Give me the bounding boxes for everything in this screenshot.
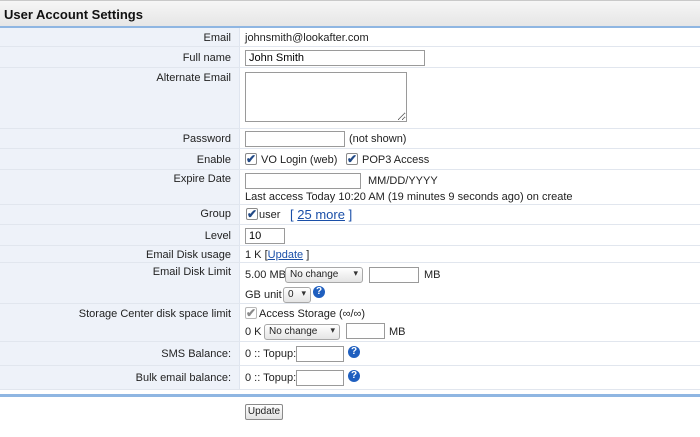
full-name-label: Full name xyxy=(182,52,231,64)
label-cell: Expire Date xyxy=(0,170,240,204)
storage-current: 0 K xyxy=(245,326,262,338)
label-cell: Email Disk Limit xyxy=(0,263,240,303)
label-cell: Enable xyxy=(0,149,240,169)
chevron-down-icon: ▾ xyxy=(330,325,335,335)
alternate-email-textarea[interactable] xyxy=(245,72,407,122)
update-button[interactable]: Update xyxy=(245,404,283,420)
chevron-down-icon: ▾ xyxy=(301,288,306,298)
email-disk-update-link[interactable]: Update xyxy=(268,249,303,261)
storage-limit-select[interactable]: No change ▾ xyxy=(264,324,340,340)
level-label: Level xyxy=(204,230,231,242)
label-cell: Storage Center disk space limit xyxy=(0,304,240,341)
row-password: Password (not shown) xyxy=(0,129,700,149)
vo-login-label: VO Login (web) xyxy=(261,154,338,166)
label-cell: Bulk email balance: xyxy=(0,366,240,389)
row-enable: Enable ✔ VO Login (web) ✔ POP3 Access xyxy=(0,149,700,170)
row-bulk-email-balance: Bulk email balance: 0 :: Topup: ? xyxy=(0,366,700,390)
vo-login-checkbox[interactable]: ✔ xyxy=(245,153,257,165)
sms-balance-prefix: 0 :: Topup: xyxy=(245,348,297,360)
bulk-email-balance-label: Bulk email balance: xyxy=(135,372,231,384)
pop3-checkbox[interactable]: ✔ xyxy=(346,153,358,165)
expire-date-format: MM/DD/YYYY xyxy=(368,175,438,187)
row-level: Level xyxy=(0,225,700,246)
footer-divider xyxy=(0,394,700,397)
email-disk-usage-value-wrapper: 1 K [Update ] xyxy=(245,249,309,261)
storage-center-label: Storage Center disk space limit xyxy=(78,308,231,320)
sms-topup-input[interactable] xyxy=(296,346,344,362)
email-disk-limit-current: 5.00 MB xyxy=(245,269,286,281)
help-icon[interactable]: ? xyxy=(348,346,360,358)
group-user-checkbox[interactable]: ✔ xyxy=(246,208,258,220)
pop3-label: POP3 Access xyxy=(362,154,430,166)
bracket-close: ] xyxy=(306,249,310,261)
row-full-name: Full name xyxy=(0,47,700,68)
label-cell: Password xyxy=(0,129,240,148)
group-more-wrapper: [ 25 more ] xyxy=(290,207,352,222)
enable-label: Enable xyxy=(196,154,231,166)
label-cell: Level xyxy=(0,225,240,245)
sms-balance-label: SMS Balance: xyxy=(161,348,231,360)
last-access-text: Last access Today 10:20 AM (19 minutes 9… xyxy=(245,191,573,203)
password-input[interactable] xyxy=(245,131,345,147)
email-disk-limit-unit: MB xyxy=(424,269,441,281)
expire-date-label: Expire Date xyxy=(173,173,231,185)
access-storage-checkbox[interactable]: ✔ xyxy=(245,307,257,319)
label-cell: SMS Balance: xyxy=(0,342,240,365)
gb-unit-label: GB unit xyxy=(245,289,282,301)
bulk-email-balance-prefix: 0 :: Topup: xyxy=(245,372,297,384)
email-disk-limit-label: Email Disk Limit xyxy=(152,266,231,278)
page-title: User Account Settings xyxy=(4,7,143,22)
help-icon[interactable]: ? xyxy=(313,286,325,298)
password-label: Password xyxy=(182,133,231,145)
help-icon[interactable]: ? xyxy=(348,370,360,382)
label-cell: Group xyxy=(0,205,240,224)
label-cell: Alternate Email xyxy=(0,68,240,128)
email-disk-limit-select[interactable]: No change ▾ xyxy=(285,267,363,283)
settings-header: User Account Settings xyxy=(0,1,700,28)
row-sms-balance: SMS Balance: 0 :: Topup: ? xyxy=(0,342,700,366)
alternate-email-label: Alternate Email xyxy=(156,72,231,84)
row-email-disk-usage: Email Disk usage 1 K [Update ] xyxy=(0,246,700,263)
access-storage-label: Access Storage xyxy=(259,308,337,320)
group-label: Group xyxy=(200,208,231,220)
group-more-link[interactable]: 25 more xyxy=(297,207,345,222)
access-storage-value: (∞/∞) xyxy=(339,308,366,320)
chevron-down-icon: ▾ xyxy=(353,268,358,278)
full-name-input[interactable] xyxy=(245,50,425,66)
email-disk-usage-label: Email Disk usage xyxy=(146,249,231,261)
row-alternate-email: Alternate Email xyxy=(0,68,700,129)
password-note: (not shown) xyxy=(349,133,407,145)
label-cell: Email Disk usage xyxy=(0,246,240,262)
email-value: johnsmith@lookafter.com xyxy=(245,32,369,44)
bracket-close: ] xyxy=(348,207,353,222)
storage-limit-select-value: No change xyxy=(269,326,318,337)
storage-limit-unit: MB xyxy=(389,326,406,338)
row-group: Group ✔ user [ 25 more ] xyxy=(0,205,700,225)
email-label: Email xyxy=(203,32,231,44)
email-disk-limit-input[interactable] xyxy=(369,267,419,283)
row-email: Email johnsmith@lookafter.com xyxy=(0,28,700,47)
expire-date-input[interactable] xyxy=(245,173,361,189)
email-disk-usage-value: 1 K xyxy=(245,249,262,261)
storage-limit-input[interactable] xyxy=(346,323,385,339)
label-cell: Full name xyxy=(0,47,240,67)
label-cell: Email xyxy=(0,28,240,46)
gb-unit-select[interactable]: 0 ▾ xyxy=(283,287,311,303)
row-storage-center: Storage Center disk space limit ✔ Access… xyxy=(0,304,700,342)
group-user-label: user xyxy=(259,209,281,221)
email-disk-limit-select-value: No change xyxy=(290,269,339,280)
bulk-email-topup-input[interactable] xyxy=(296,370,344,386)
row-email-disk-limit: Email Disk Limit 5.00 MB No change ▾ MB … xyxy=(0,263,700,304)
bracket-open: [ xyxy=(290,207,294,222)
row-expire-date: Expire Date MM/DD/YYYY Last access Today… xyxy=(0,170,700,205)
level-input[interactable] xyxy=(245,228,285,244)
gb-unit-select-value: 0 xyxy=(288,289,294,300)
